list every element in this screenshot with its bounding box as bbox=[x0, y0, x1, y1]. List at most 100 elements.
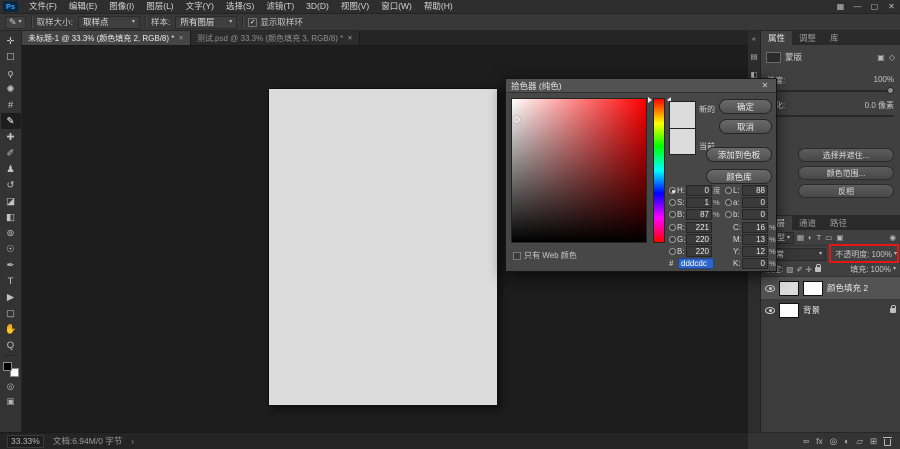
close-button[interactable]: ✕ bbox=[883, 0, 900, 13]
menu-window[interactable]: 窗口(W) bbox=[375, 0, 418, 13]
dialog-title-bar[interactable]: 拾色器 (纯色) ✕ bbox=[506, 79, 776, 93]
hex-input[interactable]: dddcdc bbox=[678, 258, 714, 269]
layer-name[interactable]: 背景 bbox=[803, 304, 820, 316]
select-and-mask-button[interactable]: 选择并遮住... bbox=[798, 148, 894, 162]
m-input[interactable]: 13 bbox=[742, 234, 768, 245]
lock-position-icon[interactable]: ✛ bbox=[806, 265, 812, 274]
color-libraries-button[interactable]: 颜色库 bbox=[706, 169, 772, 184]
b-radio[interactable] bbox=[669, 211, 676, 218]
layer-name[interactable]: 颜色填充 2 bbox=[827, 282, 868, 294]
b-input[interactable]: 87 bbox=[686, 209, 712, 220]
fill-value[interactable]: 100% bbox=[871, 265, 891, 274]
crop-tool[interactable]: # bbox=[1, 97, 21, 113]
gradient-tool[interactable]: ◧ bbox=[1, 209, 21, 225]
r-input[interactable]: 221 bbox=[686, 222, 712, 233]
c-input[interactable]: 16 bbox=[742, 222, 768, 233]
shape-tool[interactable]: ▢ bbox=[1, 305, 21, 321]
menu-filter[interactable]: 滤镜(T) bbox=[260, 0, 300, 13]
collapse-panels-icon[interactable]: « bbox=[752, 34, 756, 43]
color-range-button[interactable]: 颜色范围... bbox=[798, 166, 894, 180]
r-radio[interactable] bbox=[669, 224, 676, 231]
l-input[interactable]: 88 bbox=[742, 185, 768, 196]
eraser-tool[interactable]: ◪ bbox=[1, 193, 21, 209]
minimize-button[interactable]: — bbox=[849, 0, 866, 13]
lock-transparency-icon[interactable]: ▨ bbox=[786, 265, 793, 274]
brush-tool[interactable]: ✐ bbox=[1, 145, 21, 161]
feather-value[interactable]: 0.0 像素 bbox=[865, 100, 894, 111]
close-tab-icon[interactable]: ✕ bbox=[347, 34, 352, 42]
vector-mask-icon[interactable]: ◇ bbox=[889, 53, 895, 62]
menu-view[interactable]: 视图(V) bbox=[335, 0, 375, 13]
g-radio[interactable] bbox=[669, 236, 676, 243]
fill-control[interactable]: 填充: 100% ▾ bbox=[850, 264, 896, 275]
filter-type-layers-icon[interactable]: T bbox=[817, 233, 822, 242]
layer-effects-icon[interactable]: fx bbox=[816, 436, 823, 446]
lab-b-radio[interactable] bbox=[725, 211, 732, 218]
delete-layer-icon[interactable] bbox=[883, 436, 892, 446]
tab-channels[interactable]: 通道 bbox=[792, 216, 823, 230]
tab-libraries[interactable]: 库 bbox=[823, 31, 846, 45]
close-tab-icon[interactable]: ✕ bbox=[178, 34, 183, 42]
hue-slider-handle-left[interactable] bbox=[648, 97, 652, 103]
tab-properties[interactable]: 属性 bbox=[761, 31, 793, 45]
ok-button[interactable]: 确定 bbox=[719, 99, 772, 114]
menu-layer[interactable]: 图层(L) bbox=[140, 0, 179, 13]
dialog-close-icon[interactable]: ✕ bbox=[759, 81, 771, 90]
quick-selection-tool[interactable]: ✺ bbox=[1, 81, 21, 97]
current-color-swatch[interactable] bbox=[670, 128, 695, 154]
screen-mode-icon[interactable]: ▣ bbox=[6, 396, 14, 407]
layer-thumbnail[interactable] bbox=[779, 302, 799, 318]
new-layer-icon[interactable]: ⊞ bbox=[870, 436, 877, 447]
saturation-brightness-field[interactable] bbox=[511, 98, 647, 243]
foreground-background-swatches[interactable] bbox=[2, 362, 19, 377]
menu-select[interactable]: 选择(S) bbox=[220, 0, 260, 13]
document-tab-untitled[interactable]: 未标题-1 @ 33.3% (颜色填充 2, RGB/8) * ✕ bbox=[22, 31, 191, 45]
color-field-marker[interactable] bbox=[513, 116, 520, 123]
tool-preset-picker[interactable]: ✎ ▾ bbox=[5, 15, 26, 29]
menu-type[interactable]: 文字(Y) bbox=[180, 0, 220, 13]
maximize-button[interactable]: ▢ bbox=[866, 0, 883, 13]
filter-adjustment-layers-icon[interactable]: ◐ bbox=[808, 233, 813, 242]
docked-panel-icon[interactable]: ▤ bbox=[750, 52, 757, 61]
filter-pixel-layers-icon[interactable]: ▦ bbox=[797, 233, 804, 242]
menu-3d[interactable]: 3D(D) bbox=[300, 0, 335, 13]
filter-smart-object-icon[interactable]: ▣ bbox=[836, 233, 843, 242]
show-sampling-ring-checkbox[interactable]: ✓ 显示取样环 bbox=[248, 16, 303, 28]
web-colors-only-checkbox[interactable]: 只有 Web 颜色 bbox=[513, 250, 577, 261]
a-input[interactable]: 0 bbox=[742, 197, 768, 208]
feather-slider[interactable] bbox=[767, 112, 894, 119]
visibility-eye-icon[interactable] bbox=[765, 284, 775, 292]
density-value[interactable]: 100% bbox=[874, 75, 894, 86]
density-slider-handle[interactable] bbox=[887, 87, 894, 94]
blur-tool[interactable]: ⊚ bbox=[1, 225, 21, 241]
filter-shape-layers-icon[interactable]: ▭ bbox=[825, 233, 832, 242]
type-tool[interactable]: T bbox=[1, 273, 21, 289]
s-input[interactable]: 1 bbox=[686, 197, 712, 208]
layer-mask-thumbnail[interactable] bbox=[803, 280, 823, 296]
filter-toggle-icon[interactable]: ◉ bbox=[889, 233, 896, 242]
lock-pixels-icon[interactable]: ✐ bbox=[796, 265, 802, 274]
y-input[interactable]: 12 bbox=[742, 246, 768, 257]
quick-mask-icon[interactable]: ◎ bbox=[7, 381, 14, 392]
g-input[interactable]: 220 bbox=[686, 234, 712, 245]
dodge-tool[interactable]: ☉ bbox=[1, 241, 21, 257]
eyedropper-tool[interactable]: ✎ bbox=[0, 113, 21, 129]
clone-stamp-tool[interactable]: ♟ bbox=[1, 161, 21, 177]
workspace-icon[interactable]: ▦ bbox=[832, 0, 849, 13]
move-tool[interactable]: ✛ bbox=[1, 33, 21, 49]
foreground-color-swatch[interactable] bbox=[2, 362, 12, 371]
menu-help[interactable]: 帮助(H) bbox=[418, 0, 459, 13]
sample-size-select[interactable]: 取样点 ▾ bbox=[77, 15, 140, 29]
visibility-eye-icon[interactable] bbox=[765, 306, 775, 314]
b2-input[interactable]: 220 bbox=[686, 246, 712, 257]
sample-select[interactable]: 所有图层 ▾ bbox=[175, 15, 238, 29]
s-radio[interactable] bbox=[669, 199, 676, 206]
h-radio[interactable] bbox=[669, 187, 676, 194]
hand-tool[interactable]: ✋ bbox=[1, 321, 21, 337]
density-slider[interactable] bbox=[767, 87, 894, 94]
h-input[interactable]: 0 bbox=[686, 185, 712, 196]
spot-healing-tool[interactable]: ✚ bbox=[1, 129, 21, 145]
layer-thumbnail[interactable] bbox=[779, 280, 799, 296]
link-layers-icon[interactable]: ∞ bbox=[803, 436, 809, 446]
status-popup-chevron-icon[interactable]: › bbox=[131, 436, 134, 446]
